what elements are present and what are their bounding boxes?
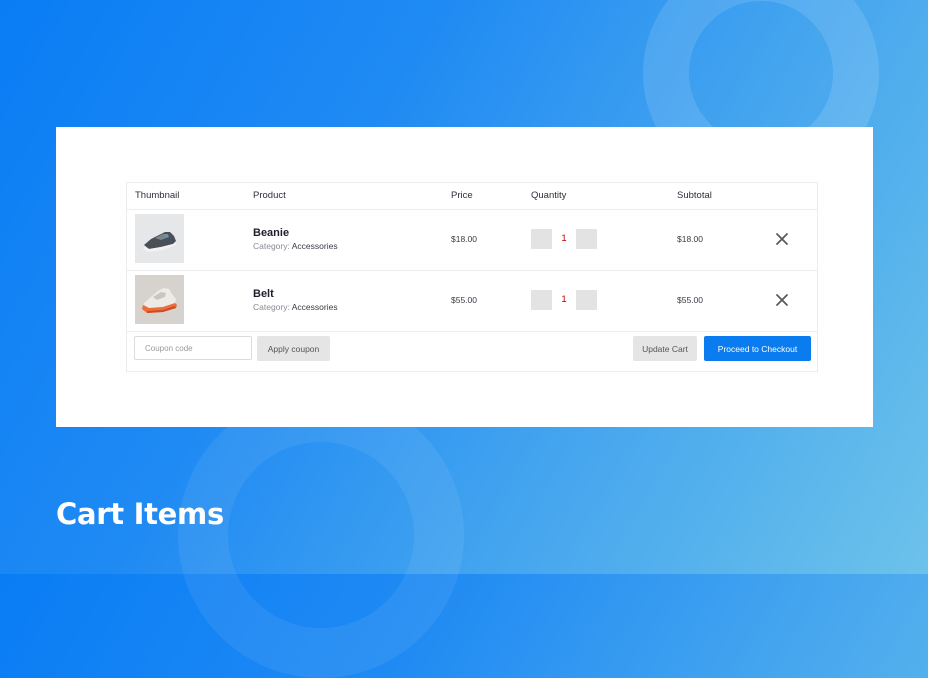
product-name[interactable]: Belt (253, 288, 274, 300)
column-header-product: Product (253, 190, 286, 201)
apply-coupon-button[interactable]: Apply coupon (257, 336, 330, 361)
product-category: Category: Accessories (253, 241, 338, 251)
update-cart-button[interactable]: Update Cart (633, 336, 697, 361)
category-label: Category: (253, 241, 290, 251)
column-header-subtotal: Subtotal (677, 190, 712, 201)
increase-quantity-button[interactable] (576, 229, 597, 249)
product-name[interactable]: Beanie (253, 227, 289, 239)
product-price: $18.00 (451, 234, 477, 244)
category-link[interactable]: Accessories (292, 241, 338, 251)
quantity-value[interactable]: 1 (552, 229, 576, 249)
category-link[interactable]: Accessories (292, 302, 338, 312)
decorative-ring (178, 392, 464, 678)
proceed-to-checkout-button[interactable]: Proceed to Checkout (704, 336, 811, 361)
column-header-thumbnail: Thumbnail (135, 190, 180, 201)
product-subtotal: $55.00 (677, 295, 703, 305)
decrease-quantity-button[interactable] (531, 290, 552, 310)
column-header-quantity: Quantity (531, 190, 567, 201)
quantity-stepper: 1 (531, 290, 597, 310)
table-row: Beanie Category: Accessories $18.00 1 $1… (127, 209, 817, 271)
product-thumbnail[interactable] (135, 275, 184, 324)
remove-item-icon[interactable] (775, 232, 789, 246)
cart-actions: Apply coupon Update Cart Proceed to Chec… (127, 331, 817, 373)
column-header-price: Price (451, 190, 473, 201)
cart-card: Thumbnail Product Price Quantity Subtota… (56, 127, 873, 427)
product-subtotal: $18.00 (677, 234, 703, 244)
table-row: Belt Category: Accessories $55.00 1 $55.… (127, 270, 817, 332)
sneaker-gray-image (135, 214, 184, 263)
table-header: Thumbnail Product Price Quantity Subtota… (127, 183, 817, 210)
quantity-value[interactable]: 1 (552, 290, 576, 310)
remove-item-icon[interactable] (775, 293, 789, 307)
increase-quantity-button[interactable] (576, 290, 597, 310)
decrease-quantity-button[interactable] (531, 229, 552, 249)
cart-table: Thumbnail Product Price Quantity Subtota… (126, 182, 818, 372)
category-label: Category: (253, 302, 290, 312)
product-price: $55.00 (451, 295, 477, 305)
quantity-stepper: 1 (531, 229, 597, 249)
page-heading: Cart Items (56, 497, 224, 531)
product-category: Category: Accessories (253, 302, 338, 312)
product-thumbnail[interactable] (135, 214, 184, 263)
sneaker-orange-image (135, 275, 184, 324)
coupon-code-input[interactable] (134, 336, 252, 360)
